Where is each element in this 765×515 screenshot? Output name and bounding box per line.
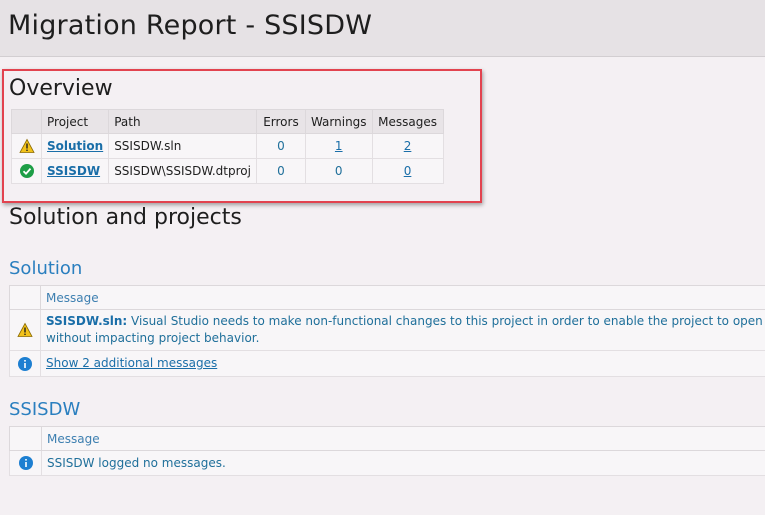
show-additional-messages-link[interactable]: Show 2 additional messages <box>46 356 217 370</box>
message-source: SSISDW.sln: <box>46 314 128 328</box>
message-column-header: Message <box>41 426 765 451</box>
ssisdw-messages-table: Message SSISDW logged no messages. <box>9 426 765 476</box>
page-title: Migration Report - SSISDW <box>8 10 373 41</box>
solution-messages-table: Message SSISDW.sln: Visual Studio needs … <box>9 285 765 377</box>
table-row: SSISDW logged no messages. <box>9 450 765 476</box>
info-icon <box>17 356 33 372</box>
info-icon <box>18 455 34 471</box>
ssisdw-heading: SSISDW <box>9 399 81 420</box>
warning-icon <box>17 322 33 338</box>
table-row: SSISDW.sln: Visual Studio needs to make … <box>9 309 765 351</box>
solution-and-projects-heading: Solution and projects <box>9 205 242 230</box>
title-bar: Migration Report - SSISDW <box>0 0 765 57</box>
table-row: Show 2 additional messages <box>9 350 765 377</box>
message-text: SSISDW.sln: Visual Studio needs to make … <box>40 309 765 351</box>
message-column-header: Message <box>40 285 765 310</box>
annotation-highlight-box <box>2 69 482 203</box>
message-text: SSISDW logged no messages. <box>41 450 765 476</box>
solution-heading: Solution <box>9 258 83 279</box>
